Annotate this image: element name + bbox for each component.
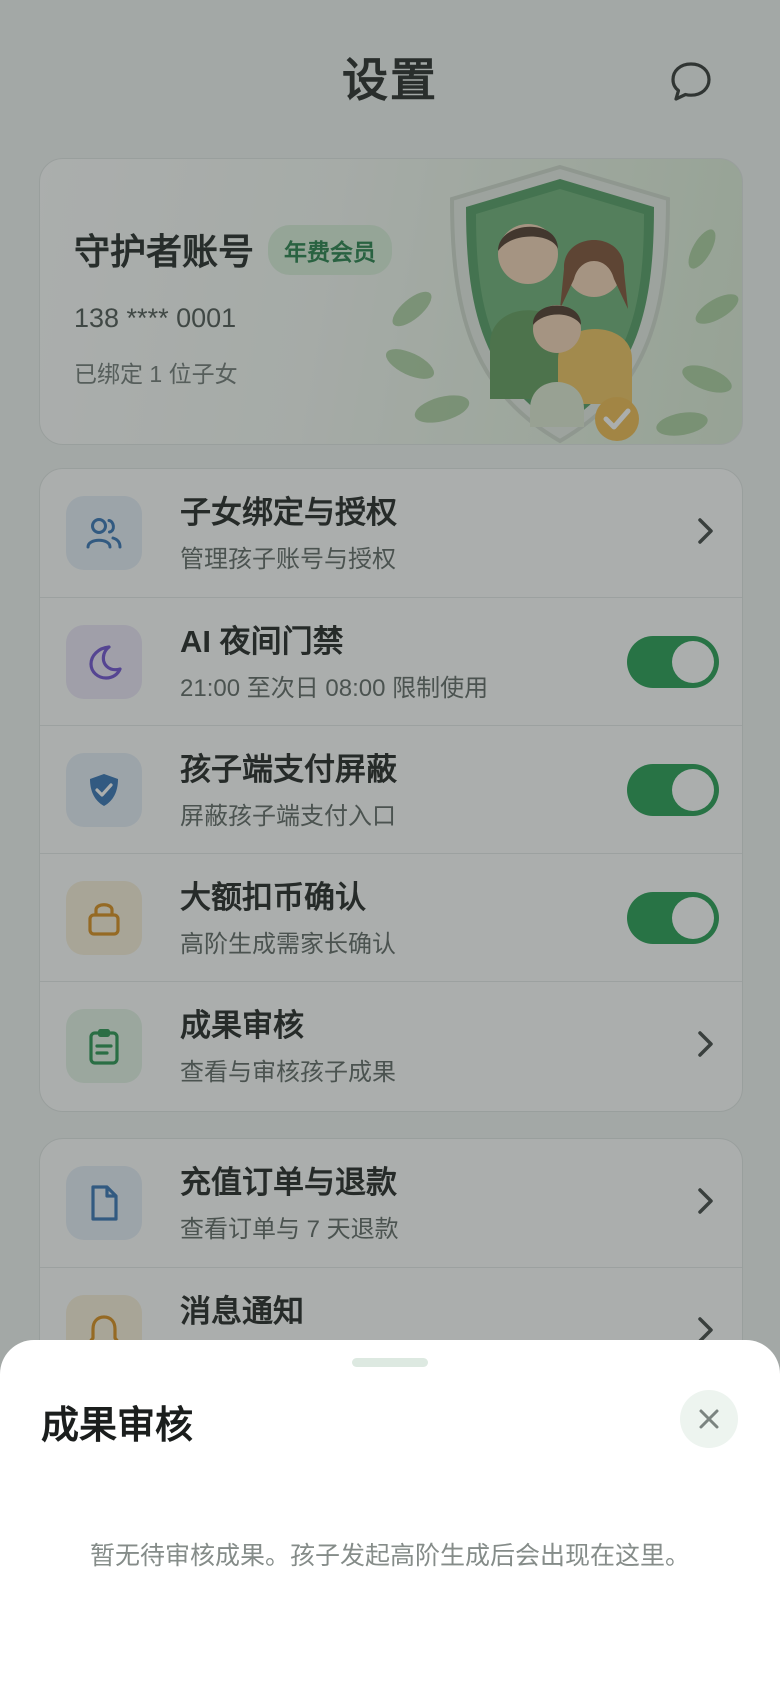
sheet-drag-handle[interactable] [352, 1358, 428, 1367]
close-button[interactable] [680, 1390, 738, 1448]
sheet-title: 成果审核 [41, 1405, 194, 1447]
result-review-sheet: 成果审核 暂无待审核成果。孩子发起高阶生成后会出现在这里。 [0, 1340, 780, 1688]
empty-state-text: 暂无待审核成果。孩子发起高阶生成后会出现在这里。 [89, 1542, 690, 1570]
close-icon [699, 1409, 719, 1429]
